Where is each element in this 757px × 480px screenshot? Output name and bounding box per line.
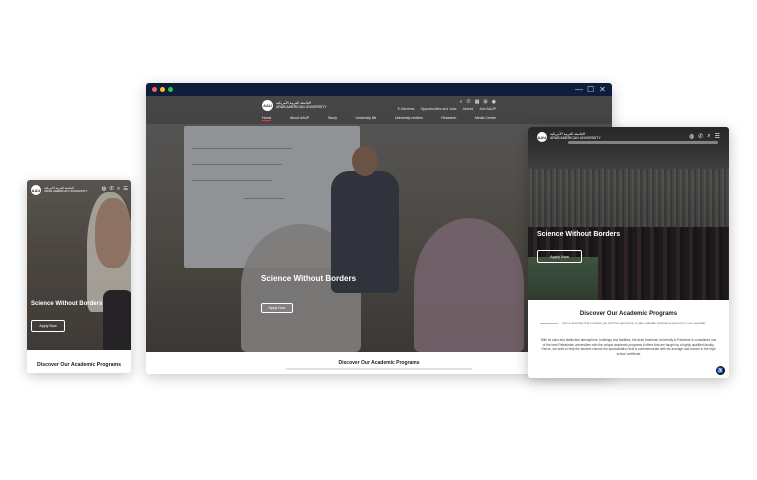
main-menu: Home About AAUP Study University life Un…	[262, 116, 496, 121]
browser-titlebar: — ☐ ✕	[146, 83, 612, 96]
maximize-dot[interactable]	[168, 87, 173, 92]
university-logo[interactable]: AAU الجامعة العربية الأمريكية ARAB AMERI…	[537, 132, 601, 142]
menu-item-university-life[interactable]: University life	[356, 116, 377, 121]
section-subtitle-placeholder	[286, 368, 472, 370]
logo-mark: AAU	[31, 185, 41, 195]
hero-title: Science Without Borders	[261, 274, 357, 283]
link-opportunities[interactable]: Opportunities and Jobs	[421, 107, 457, 111]
link-alumni[interactable]: Alumni	[463, 107, 474, 111]
header-icons: ⌕ ✆ ▦ ⊞ ◉	[460, 99, 496, 105]
accessibility-icon[interactable]: ◍	[102, 186, 107, 193]
menu-icon[interactable]: ☰	[715, 133, 720, 140]
menu-icon[interactable]: ☰	[123, 186, 128, 193]
accessibility-icon[interactable]: ♿	[716, 366, 725, 375]
phone-icon[interactable]: ✆	[109, 186, 114, 193]
menu-item-media[interactable]: Media Center	[475, 116, 496, 121]
phone-mockup: AAU الجامعة العربية الأمريكية ARAB AMERI…	[27, 180, 131, 373]
university-logo[interactable]: AAU الجامعة العربية الأمريكية ARAB AMERI…	[31, 185, 88, 195]
logo-english-text: ARAB AMERICAN UNIVERSITY	[276, 104, 327, 109]
minimize-dot[interactable]	[160, 87, 165, 92]
tablet-programs-section: Discover Our Academic Programs Join a un…	[528, 300, 729, 378]
mockup-stage: — ☐ ✕ Science Without Borders Apply Now …	[0, 0, 757, 480]
header-icons: ◍ ✆ ⌕ ☰	[689, 133, 720, 140]
desktop-header: AAU الجامعة العربية الأمريكية ARAB AMERI…	[146, 96, 612, 124]
link-e-services[interactable]: E-Services	[398, 107, 415, 111]
section-title: Discover Our Academic Programs	[579, 311, 678, 317]
menu-item-about[interactable]: About AAUP	[290, 116, 309, 121]
logo-mark: AAU	[537, 132, 547, 142]
phone-icon[interactable]: ✆	[698, 133, 703, 140]
university-logo[interactable]: AAU الجامعة العربية الأمريكية ARAB AMERI…	[262, 100, 327, 111]
translate-icon[interactable]: ⊞	[483, 99, 487, 105]
logo-english-text: ARAB AMERICAN UNIVERSITY	[550, 136, 601, 140]
close-icon[interactable]: ✕	[599, 84, 606, 95]
phone-icon[interactable]: ✆	[466, 99, 470, 105]
menu-item-study[interactable]: Study	[328, 116, 337, 121]
menu-item-research[interactable]: Research	[441, 116, 456, 121]
top-links: E-Services Opportunities and Jobs Alumni…	[398, 107, 496, 111]
user-icon[interactable]: ◉	[492, 99, 496, 105]
close-dot[interactable]	[152, 87, 157, 92]
hero-title: Science Without Borders	[537, 231, 621, 238]
grid-icon[interactable]: ▦	[475, 99, 480, 105]
search-icon[interactable]: ⌕	[707, 133, 710, 140]
header-icons: ◍ ✆ ⌕ ☰	[102, 186, 128, 193]
logo-english-text: ARAB AMERICAN UNIVERSITY	[44, 189, 88, 193]
accessibility-icon[interactable]: ◍	[689, 133, 694, 140]
hero-title: Science Without Borders	[31, 301, 103, 307]
menu-item-home[interactable]: Home	[262, 116, 272, 121]
logo-mark: AAU	[262, 100, 273, 111]
menu-item-centers[interactable]: University centers	[395, 116, 423, 121]
phone-programs-section: Discover Our Academic Programs	[27, 350, 131, 373]
phone-hero: AAU الجامعة العربية الأمريكية ARAB AMERI…	[27, 180, 131, 350]
maximize-icon[interactable]: ☐	[587, 84, 594, 95]
tablet-mockup: AAU الجامعة العربية الأمريكية ARAB AMERI…	[528, 127, 729, 378]
section-subtitle: Join a university that provides you with…	[540, 321, 717, 325]
link-join[interactable]: Join AAUP	[479, 107, 496, 111]
divider	[540, 323, 558, 324]
minimize-icon[interactable]: —	[575, 84, 583, 95]
section-title: Discover Our Academic Programs	[37, 362, 121, 368]
apply-now-button[interactable]: Apply Now	[537, 250, 582, 263]
search-icon[interactable]: ⌕	[460, 99, 463, 105]
section-subtitle-text: Join a university that provides you with…	[562, 321, 706, 325]
tablet-hero: AAU الجامعة العربية الأمريكية ARAB AMERI…	[528, 127, 729, 300]
apply-now-button[interactable]: Apply Now	[31, 320, 65, 332]
search-icon[interactable]: ⌕	[117, 186, 120, 193]
window-controls: — ☐ ✕	[575, 84, 606, 95]
hero-overlay	[528, 127, 729, 300]
section-paragraph: With its calm and distinctive atmosphere…	[540, 338, 717, 356]
apply-now-button[interactable]: Apply Now	[261, 303, 293, 313]
